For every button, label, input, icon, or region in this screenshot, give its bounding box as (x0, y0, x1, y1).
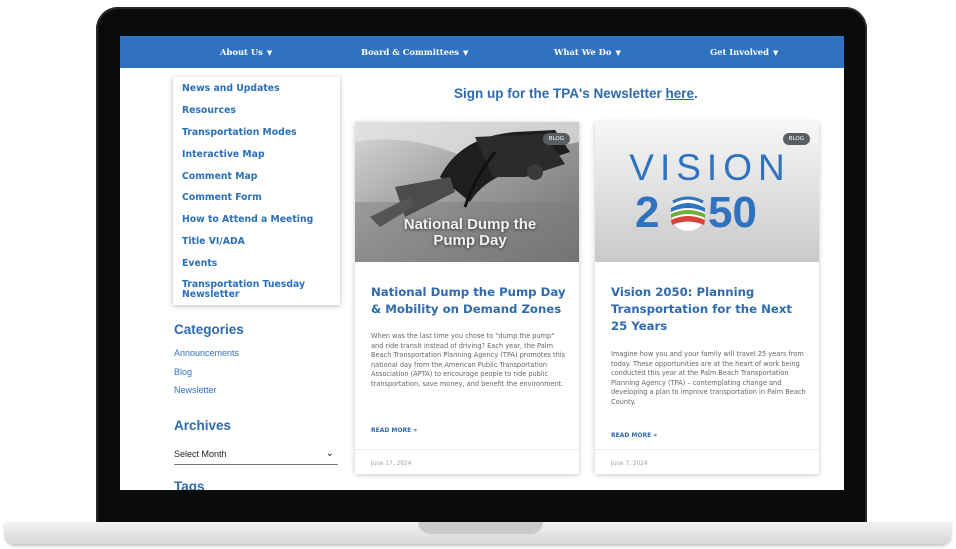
blog-badge: BLOG (542, 133, 570, 145)
caret-down-icon: ▼ (463, 47, 469, 57)
archives-heading: Archives (174, 418, 232, 433)
nav-label: Get Involved (710, 47, 769, 57)
read-more-link[interactable]: READ MORE » (611, 432, 657, 439)
post-excerpt: When was the last time you chose to "dum… (371, 332, 566, 388)
menu-item-interactive-map[interactable]: Interactive Map (182, 150, 265, 160)
menu-item-events[interactable]: Events (182, 259, 217, 269)
newsletter-suffix: . (694, 86, 698, 101)
gas-pump-image[interactable]: BLOG National Dump the Pump Day (355, 122, 579, 262)
archives-month-select[interactable]: Select Month ⌄ (174, 448, 338, 465)
caret-down-icon: ▼ (266, 47, 273, 57)
menu-item-comment-form[interactable]: Comment Form (182, 193, 262, 203)
laptop-notch (418, 522, 543, 534)
browser-screen: About Us ▼ Board & Committees ▼ What We Do… (120, 36, 844, 490)
nav-board-committees[interactable]: Board & Committees ▼ (361, 36, 468, 68)
blog-card-dump-the-pump: BLOG National Dump the Pump Day National… (355, 122, 579, 474)
post-title[interactable]: Vision 2050: Planning Transportation for… (611, 284, 807, 335)
menu-item-transportation-tuesday[interactable]: Transportation Tuesday Newsletter (182, 280, 322, 300)
archives-selected-value: Select Month (174, 449, 227, 459)
nav-get-involved[interactable]: Get Involved ▼ (710, 36, 778, 68)
main-navbar: About Us ▼ Board & Committees ▼ What We Do… (120, 36, 844, 68)
menu-item-title-vi-ada[interactable]: Title VI/ADA (182, 237, 245, 247)
menu-item-transportation-modes[interactable]: Transportation Modes (182, 128, 297, 138)
blog-badge: BLOG (782, 133, 810, 145)
card-divider (355, 449, 579, 450)
vision-logo-globe-icon (671, 196, 705, 231)
blog-card-vision-2050: VISION 2 50 BLOG Vision 2050: Planning T… (595, 122, 819, 474)
vision-2050-image[interactable]: VISION 2 50 BLOG (595, 122, 819, 262)
vision-logo-digit-left: 2 (635, 188, 660, 237)
image-caption: National Dump the Pump Day (403, 216, 537, 249)
menu-item-resources[interactable]: Resources (182, 106, 236, 116)
newsletter-signup-text: Sign up for the TPA's Newsletter here. (454, 86, 698, 101)
nav-what-we-do[interactable]: What We Do ▼ (554, 36, 621, 68)
nav-label: About Us (220, 47, 263, 57)
caret-down-icon: ▼ (615, 47, 621, 57)
post-title[interactable]: National Dump the Pump Day & Mobility on… (371, 284, 567, 318)
category-blog[interactable]: Blog (174, 367, 192, 377)
menu-item-comment-map[interactable]: Comment Map (182, 172, 257, 182)
caret-down-icon: ▼ (772, 47, 779, 57)
post-excerpt: Imagine how you and your family will tra… (611, 350, 806, 406)
newsletter-prefix: Sign up for the TPA's Newsletter (454, 86, 666, 101)
nav-about-us[interactable]: About Us ▼ (220, 36, 272, 68)
post-date: June 17, 2024 (371, 461, 412, 467)
news-updates-dropdown: News and Updates Resources Transportatio… (173, 77, 340, 305)
nav-label: Board & Committees (361, 47, 460, 57)
tags-heading: Tags (174, 479, 205, 490)
chevron-down-icon: ⌄ (325, 448, 334, 459)
menu-item-news-updates[interactable]: News and Updates (182, 84, 280, 94)
newsletter-signup-link[interactable]: here (666, 86, 695, 101)
categories-heading: Categories (174, 322, 244, 337)
card-divider (595, 449, 819, 450)
post-date: June 7, 2024 (611, 461, 648, 467)
category-newsletter[interactable]: Newsletter (174, 385, 217, 395)
nav-label: What We Do (554, 47, 612, 57)
read-more-link[interactable]: READ MORE » (371, 427, 417, 434)
vision-logo-digits-right: 50 (708, 188, 757, 237)
menu-item-attend-meeting[interactable]: How to Attend a Meeting (182, 215, 313, 225)
vision-logo-word: VISION (629, 147, 791, 188)
category-announcements[interactable]: Announcements (174, 348, 239, 358)
